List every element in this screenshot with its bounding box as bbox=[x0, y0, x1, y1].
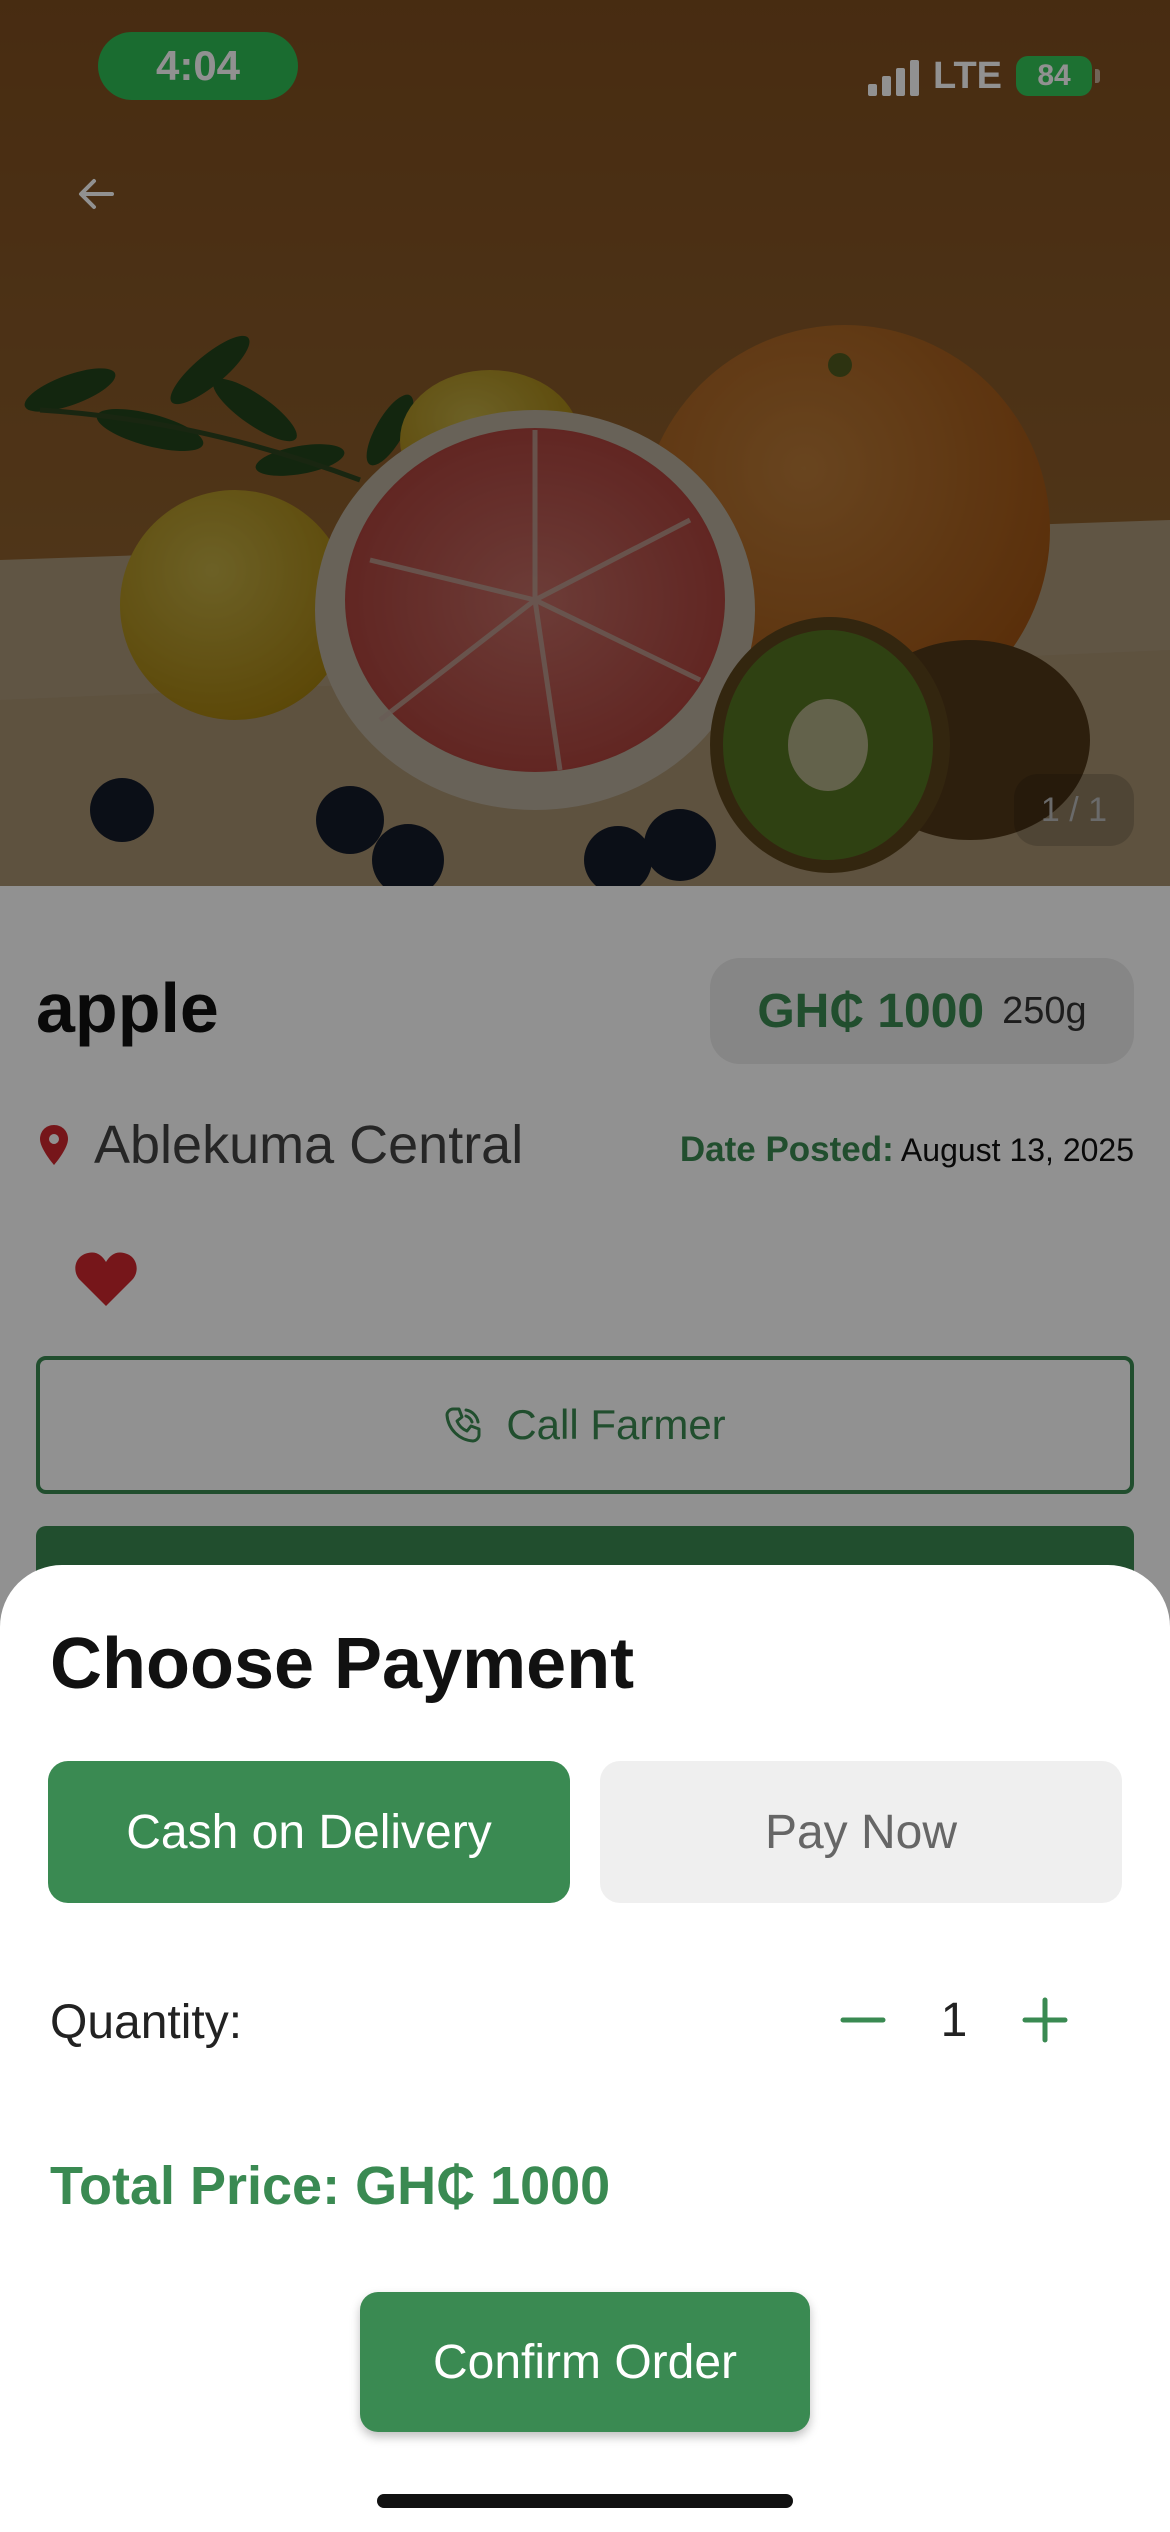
cash-on-delivery-option[interactable]: Cash on Delivery bbox=[48, 1761, 570, 1903]
confirm-order-button[interactable]: Confirm Order bbox=[360, 2292, 810, 2432]
pay-now-option[interactable]: Pay Now bbox=[600, 1761, 1122, 1903]
total-price: Total Price: GH₵ 1000 bbox=[50, 2156, 611, 2216]
home-indicator[interactable] bbox=[377, 2494, 793, 2508]
sheet-title: Choose Payment bbox=[50, 1624, 635, 1704]
quantity-value: 1 bbox=[940, 1993, 968, 2047]
quantity-stepper: 1 bbox=[828, 1975, 1080, 2065]
increase-quantity-button[interactable] bbox=[1010, 1975, 1080, 2065]
minus-icon bbox=[840, 2017, 886, 2023]
decrease-quantity-button[interactable] bbox=[828, 1975, 898, 2065]
plus-icon bbox=[1022, 1997, 1068, 2043]
quantity-label: Quantity: bbox=[50, 1996, 243, 2049]
payment-bottom-sheet: Choose Payment Cash on Delivery Pay Now … bbox=[0, 1565, 1170, 2532]
